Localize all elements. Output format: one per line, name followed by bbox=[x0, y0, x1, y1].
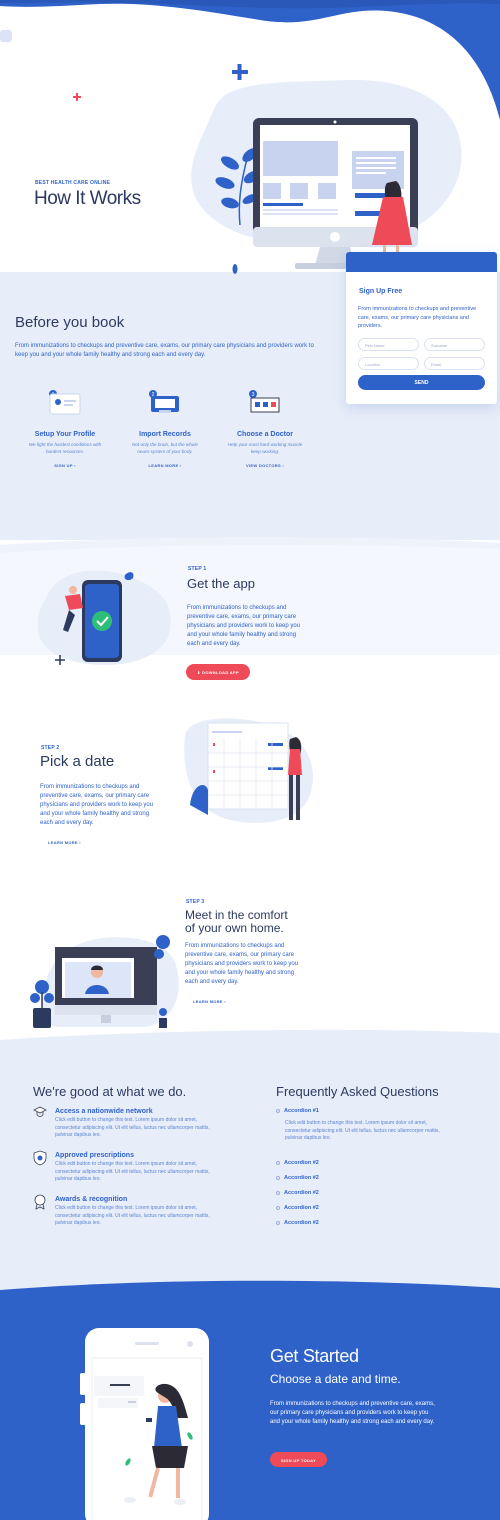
accordion-title: Accordion #2 bbox=[284, 1190, 319, 1196]
accordion-title: Accordion #2 bbox=[284, 1160, 319, 1166]
cta-subtitle: Choose a date and time. bbox=[270, 1372, 401, 1386]
learn-more-link[interactable]: LEARN MORE › bbox=[120, 463, 210, 468]
step-desc: Help your most hard working muscle keep … bbox=[227, 442, 303, 454]
step-desc: We fight the hardest conditions with har… bbox=[28, 442, 102, 454]
email-field[interactable]: Email bbox=[424, 357, 485, 370]
accordion-toggle-icon bbox=[276, 1205, 280, 1210]
download-app-button[interactable]: ⬇ DOWNLOAD APP bbox=[186, 664, 250, 680]
small-plus-icon bbox=[73, 93, 81, 101]
video-call-illustration bbox=[30, 935, 179, 1028]
plus-icon bbox=[232, 64, 248, 80]
step-desc: Not only the brain, but the whole neuro-… bbox=[132, 442, 198, 454]
accordion-toggle-icon bbox=[276, 1108, 280, 1113]
signup-title: Sign Up Free bbox=[359, 288, 403, 295]
step3-learn-more-link[interactable]: LEARN MORE › bbox=[193, 999, 226, 1004]
sign-up-link[interactable]: SIGN UP › bbox=[20, 463, 110, 468]
hero-title: How It Works bbox=[34, 188, 141, 209]
step2-text: From immunizations to checkups and preve… bbox=[40, 784, 154, 826]
award-icon bbox=[34, 1194, 46, 1210]
accordion-item[interactable]: Accordion #2 bbox=[276, 1160, 319, 1166]
before-text: From immunizations to checkups and preve… bbox=[15, 343, 314, 358]
surname-field[interactable]: Surname bbox=[424, 338, 485, 351]
step-title: Setup Your Profile bbox=[34, 431, 96, 438]
step3-text: From immunizations to checkups and preve… bbox=[185, 943, 299, 985]
accordion-title: Accordion #2 bbox=[284, 1205, 319, 1211]
faq-title: Frequently Asked Questions bbox=[276, 1084, 439, 1099]
first-name-field[interactable]: First Name bbox=[358, 338, 419, 351]
accordion-item[interactable]: Accordion #2 bbox=[276, 1220, 319, 1226]
cta-background bbox=[0, 1280, 500, 1520]
step3-eyebrow: STEP 3 bbox=[186, 899, 205, 905]
send-button[interactable]: SEND bbox=[358, 375, 485, 390]
before-title: Before you book bbox=[15, 314, 125, 331]
accordion-title: Accordion #2 bbox=[284, 1220, 319, 1226]
signup-text: From immunizations to checkups and preve… bbox=[358, 306, 476, 329]
signup-card-header bbox=[346, 252, 497, 272]
step1-eyebrow: STEP 1 bbox=[188, 566, 207, 572]
feature-title: Approved prescriptions bbox=[55, 1152, 134, 1159]
accordion-item[interactable]: Accordion #2 bbox=[276, 1205, 319, 1211]
step2-learn-more-link[interactable]: LEARN MORE › bbox=[48, 840, 81, 845]
step3-title-line2: of your own home. bbox=[185, 921, 284, 935]
hero-eyebrow: BEST HEALTH CARE ONLINE bbox=[35, 180, 111, 186]
step-title: Choose a Doctor bbox=[236, 431, 293, 438]
accordion-title: Accordion #1 bbox=[284, 1108, 319, 1114]
accordion-item[interactable]: Accordion #2 bbox=[276, 1175, 319, 1181]
feature-desc: Click edit button to change this text. L… bbox=[55, 1161, 210, 1183]
step3-title: Meet in the comfort of your own home. bbox=[185, 909, 288, 935]
feature-title: Access a nationwide network bbox=[55, 1108, 153, 1115]
accordion-title: Accordion #2 bbox=[284, 1175, 319, 1181]
leaf-icon bbox=[232, 264, 238, 274]
step-card-doctor: 3 Choose a Doctor Help your most hard wo… bbox=[220, 388, 310, 468]
step2-eyebrow: STEP 2 bbox=[41, 745, 60, 751]
feature-desc: Click edit button to change this text. L… bbox=[55, 1205, 210, 1227]
profile-icon: 1 bbox=[49, 390, 81, 415]
accordion-toggle-icon bbox=[276, 1190, 280, 1195]
accordion-item-open[interactable]: Accordion #1 bbox=[276, 1108, 319, 1114]
step-card-profile: 1 Setup Your Profile We fight the hardes… bbox=[20, 388, 110, 468]
monitor-illustration bbox=[215, 118, 418, 269]
accordion-toggle-icon bbox=[276, 1175, 280, 1180]
step1-title: Get the app bbox=[187, 576, 255, 591]
graduation-cap-icon bbox=[33, 1106, 47, 1117]
accordion-toggle-icon bbox=[276, 1220, 280, 1225]
calendar-illustration bbox=[184, 718, 314, 824]
step-card-records: 2 Import Records Not only the brain, but… bbox=[120, 388, 210, 468]
view-doctors-link[interactable]: VIEW DOCTORS › bbox=[220, 463, 310, 468]
cta-title: Get Started bbox=[270, 1346, 359, 1366]
step-number: 3 bbox=[252, 392, 255, 398]
signup-card: Sign Up Free From immunizations to check… bbox=[346, 252, 497, 404]
accordion-content: Click edit button to change this text. L… bbox=[285, 1120, 440, 1142]
shield-icon bbox=[33, 1150, 47, 1166]
good-title: We're good at what we do. bbox=[33, 1084, 187, 1099]
accordion-toggle-icon bbox=[276, 1160, 280, 1165]
step2-title: Pick a date bbox=[40, 753, 115, 770]
step-title: Import Records bbox=[139, 431, 191, 438]
records-icon: 2 bbox=[149, 390, 179, 413]
doctor-icon: 3 bbox=[249, 390, 280, 413]
feature-desc: Click edit button to change this text. L… bbox=[55, 1117, 210, 1139]
phone-app-illustration bbox=[37, 570, 171, 665]
feature-title: Awards & recognition bbox=[55, 1196, 128, 1203]
sign-up-today-button[interactable]: SIGN UP TODAY bbox=[270, 1452, 327, 1467]
step1-text: From immunizations to checkups and preve… bbox=[187, 605, 301, 647]
accordion-item[interactable]: Accordion #2 bbox=[276, 1190, 319, 1196]
phone-illustration bbox=[80, 1328, 209, 1520]
location-field[interactable]: Location bbox=[358, 357, 419, 370]
cta-text: From immunizations to checkups and preve… bbox=[270, 1401, 435, 1425]
